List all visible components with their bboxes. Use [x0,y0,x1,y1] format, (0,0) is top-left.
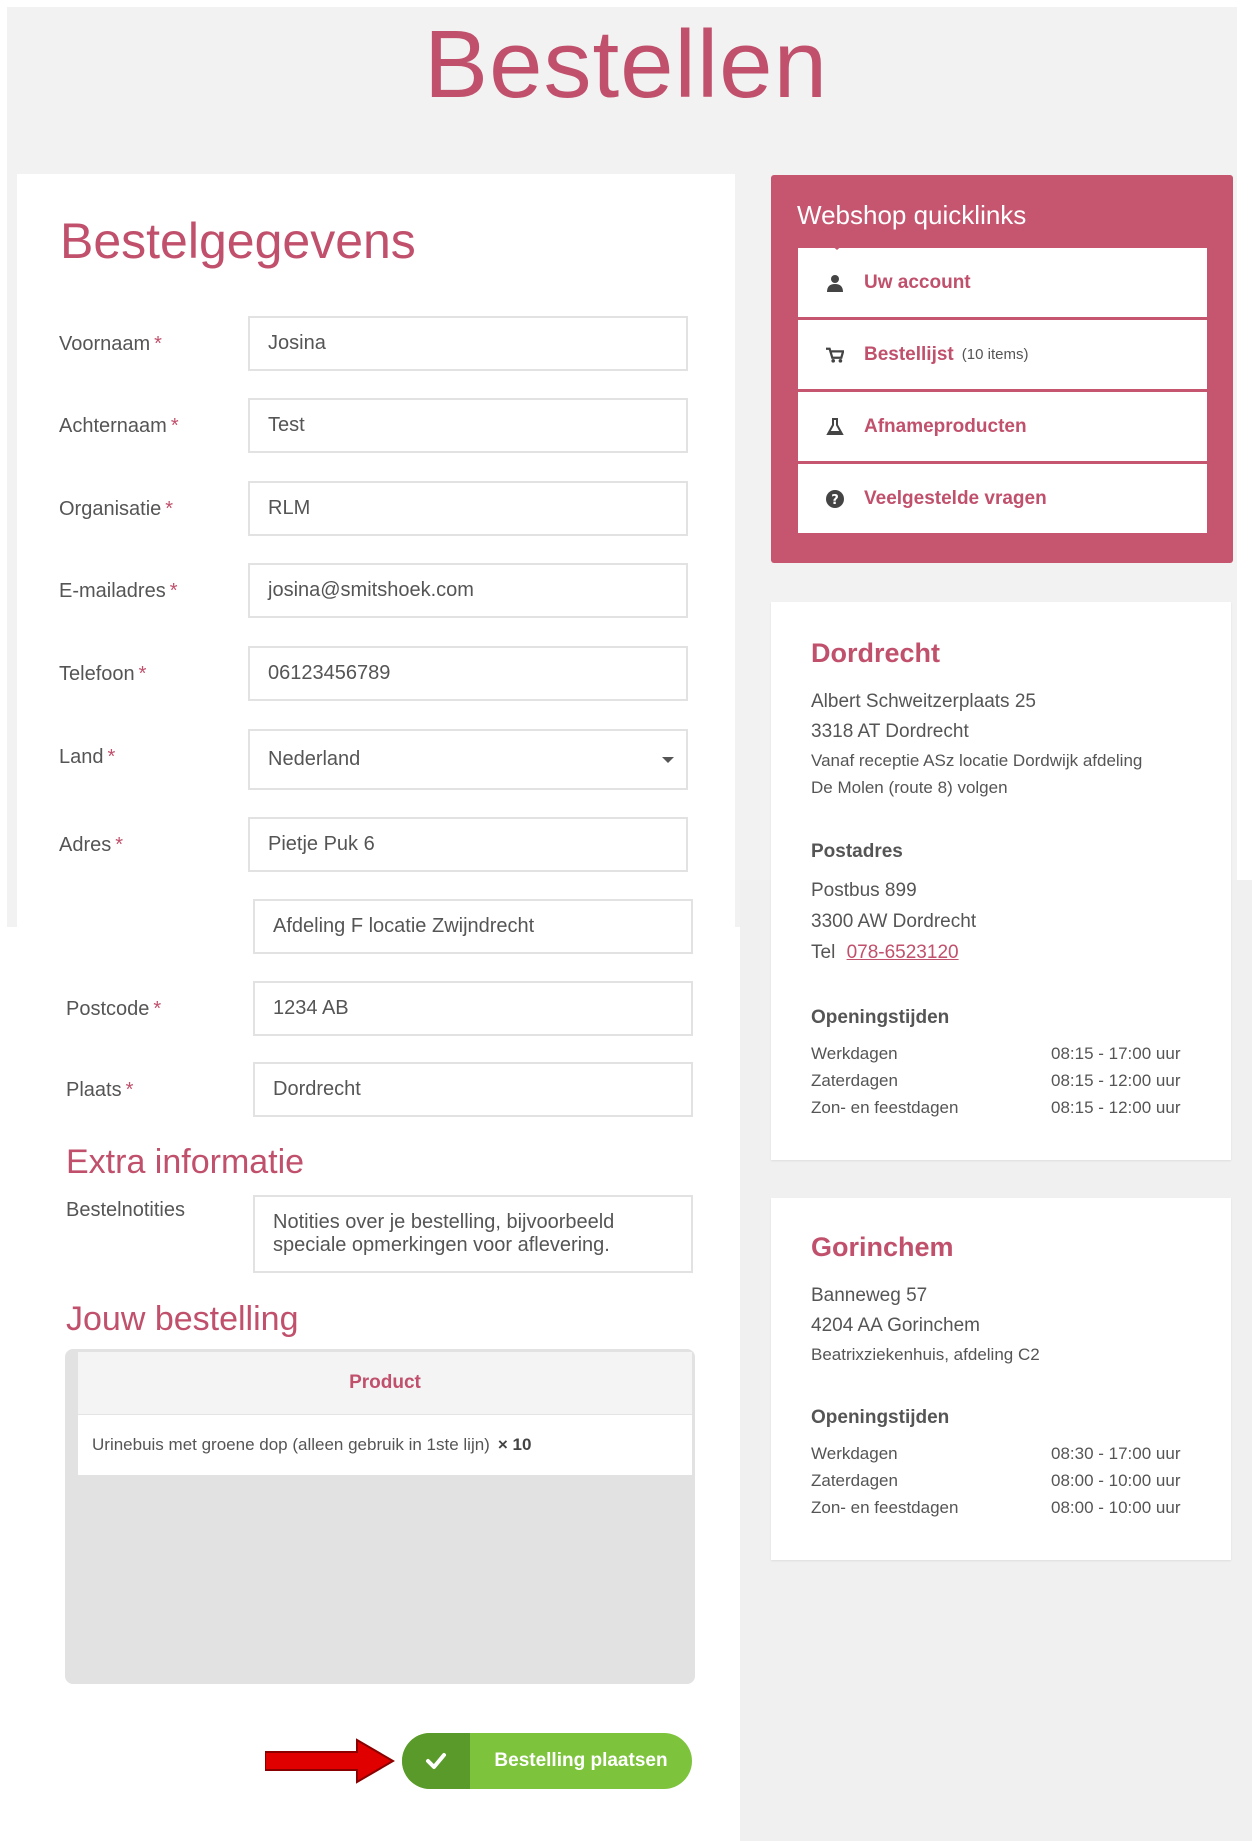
quicklink-bestellijst[interactable]: Bestellijst (10 items) [798,320,1207,389]
quicklink-afnameproducten[interactable]: Afnameproducten [798,392,1207,461]
label-organisatie: Organisatie * [59,498,174,520]
dordrecht-address1: Albert Schweitzerplaats 25 [811,691,1036,712]
quicklink-label: Afnameproducten [864,415,1027,437]
phone-label: Tel [811,942,836,963]
dordrecht-post1: Postbus 899 [811,880,917,901]
page-title: Bestellen [424,11,828,118]
quicklinks-title: Webshop quicklinks [797,200,1027,230]
quicklinks-list: Uw account Bestellijst (10 items) Afname… [798,238,1207,536]
order-heading: Jouw bestelling [66,1300,299,1338]
hours-time: 08:00 - 10:00 uur [1051,1471,1181,1490]
dordrecht-postadres-heading: Postadres [811,841,903,862]
label-plaats: Plaats * [66,1079,134,1101]
hours-time: 08:00 - 10:00 uur [1051,1498,1181,1517]
adres-line2-field[interactable]: Afdeling F locatie Zwijndrecht [253,899,693,954]
order-table: Product Urinebuis met groene dop (alleen… [78,1352,692,1475]
dordrecht-address2: 3318 AT Dordrecht [811,721,969,742]
check-icon [402,1733,470,1789]
quicklink-uw-account[interactable]: Uw account [798,238,1207,317]
gorinchem-address2: 4204 AA Gorinchem [811,1315,980,1336]
land-select-value: Nederland [268,748,361,770]
hours-time: 08:15 - 12:00 uur [1051,1071,1181,1090]
place-order-button[interactable]: Bestelling plaatsen [402,1733,692,1789]
gorinchem-title: Gorinchem [811,1232,954,1262]
label-achternaam: Achternaam * [59,415,179,437]
label-bestelnotities: Bestelnotities [66,1199,185,1221]
hours-day: Zon- en feestdagen [811,1498,959,1517]
phone-link[interactable]: 078-6523120 [847,942,959,963]
red-arrow-pointer [265,1738,395,1784]
table-row: Urinebuis met groene dop (alleen gebruik… [78,1415,692,1475]
dordrecht-phone: Tel 078-6523120 [811,942,959,964]
dordrecht-hours-heading: Openingstijden [811,1007,950,1028]
achternaam-field[interactable]: Test [248,398,688,453]
notes-textarea[interactable]: Notities over je bestelling, bijvoorbeel… [253,1195,693,1273]
quicklink-label: Veelgestelde vragen [864,487,1047,509]
chevron-down-icon [662,757,674,763]
gorinchem-directions1: Beatrixziekenhuis, afdeling C2 [811,1345,1040,1364]
label-telefoon: Telefoon * [59,663,147,685]
extra-info-heading: Extra informatie [66,1143,305,1181]
hours-time: 08:15 - 17:00 uur [1051,1044,1181,1063]
email-field[interactable]: josina@smitshoek.com [248,563,688,618]
flask-icon [826,417,844,436]
label-adres: Adres * [59,834,124,856]
quicklink-label: Uw account [864,271,971,293]
gorinchem-address1: Banneweg 57 [811,1285,928,1306]
label-voornaam: Voornaam * [59,333,162,355]
voornaam-field[interactable]: Josina [248,316,688,371]
hours-day: Werkdagen [811,1044,898,1063]
dordrecht-title: Dordrecht [811,638,941,668]
place-order-label: Bestelling plaatsen [494,1750,668,1771]
label-postcode: Postcode * [66,998,162,1020]
order-item-name: Urinebuis met groene dop (alleen gebruik… [92,1435,490,1454]
bestellijst-count: (10 items) [961,346,1029,363]
notch-decoration [823,238,851,250]
hours-day: Zaterdagen [811,1071,898,1090]
hours-day: Zaterdagen [811,1471,898,1490]
quicklink-veelgestelde-vragen[interactable]: ? Veelgestelde vragen [798,464,1207,533]
postcode-field[interactable]: 1234 AB [253,981,693,1036]
hours-day: Zon- en feestdagen [811,1098,959,1117]
hours-time: 08:15 - 12:00 uur [1051,1098,1181,1117]
label-email: E-mailadres * [59,580,178,602]
gorinchem-hours-heading: Openingstijden [811,1407,950,1428]
order-item-qty: × 10 [497,1435,532,1454]
adres-field[interactable]: Pietje Puk 6 [248,817,688,872]
user-icon [826,274,844,292]
dordrecht-directions2: De Molen (route 8) volgen [811,778,1008,797]
land-select[interactable]: Nederland [248,729,688,790]
order-column-header: Product [78,1352,692,1415]
form-heading: Bestelgegevens [60,213,416,269]
cart-icon [826,346,844,364]
hours-day: Werkdagen [811,1444,898,1463]
question-icon: ? [826,489,844,508]
label-land: Land * [59,746,116,768]
plaats-field[interactable]: Dordrecht [253,1062,693,1117]
telefoon-field[interactable]: 06123456789 [248,646,688,701]
quicklink-label: Bestellijst [864,343,954,365]
organisatie-field[interactable]: RLM [248,481,688,536]
hours-time: 08:30 - 17:00 uur [1051,1444,1181,1463]
svg-text:?: ? [831,493,839,508]
dordrecht-post2: 3300 AW Dordrecht [811,911,977,932]
dordrecht-directions1: Vanaf receptie ASz locatie Dordwijk afde… [811,751,1143,770]
